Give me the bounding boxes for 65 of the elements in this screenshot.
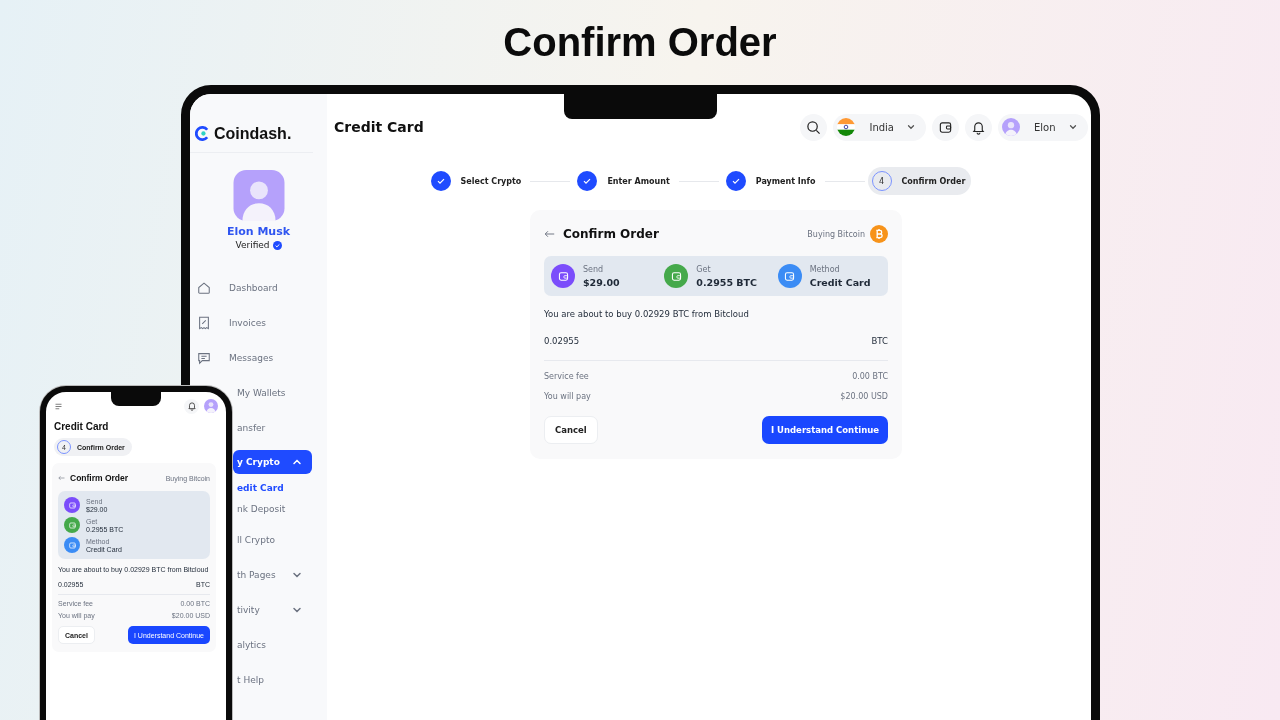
chat-icon — [197, 350, 211, 365]
avatar — [204, 399, 218, 413]
summary-value: 0.2955 BTC — [696, 276, 757, 288]
back-arrow-icon[interactable] — [544, 230, 555, 238]
nav-item[interactable]: Messages — [195, 340, 312, 375]
nav-item[interactable]: t Help — [233, 662, 312, 697]
continue-button[interactable]: I Understand Continue — [761, 416, 888, 444]
submenu-item[interactable]: edit Card — [233, 480, 312, 501]
amount-value: 0.02955 — [544, 336, 580, 346]
avatar — [1002, 118, 1020, 136]
bell-icon[interactable] — [971, 119, 986, 135]
receipt-icon — [197, 315, 211, 330]
home-icon — [197, 280, 211, 295]
menu-icon[interactable] — [54, 401, 63, 411]
search-button[interactable] — [800, 113, 828, 141]
page-title: Credit Card — [54, 421, 110, 432]
nav-item[interactable]: alytics — [233, 627, 312, 662]
brand-name: Coindash. — [214, 124, 292, 143]
step[interactable]: 4 Confirm Order — [867, 167, 972, 195]
submenu-item[interactable]: nk Deposit — [233, 501, 312, 522]
wallet-icon — [783, 269, 797, 283]
nav-item[interactable]: ansfer — [233, 410, 312, 445]
wallet-icon — [556, 269, 570, 283]
card-title: Confirm Order — [70, 473, 129, 483]
search-icon — [806, 119, 822, 135]
step[interactable]: Payment Info — [721, 167, 822, 195]
cancel-button[interactable]: Cancel — [544, 416, 598, 444]
nav-item[interactable]: Invoices — [195, 305, 312, 340]
notification-button[interactable] — [965, 113, 992, 141]
logo-icon — [195, 126, 210, 141]
page-headline: Confirm Order — [502, 19, 778, 66]
fee-label: Service fee — [544, 372, 589, 381]
fee-value: 0.00 BTC — [852, 372, 888, 381]
camera-notch — [111, 392, 161, 406]
page-title: Credit Card — [334, 119, 424, 135]
flag-icon — [837, 118, 856, 136]
order-message: You are about to buy 0.02929 BTC from Bitcloud — [544, 309, 750, 319]
nav-item[interactable]: tivity — [233, 592, 312, 627]
fee-value: $20.00 USD — [840, 392, 888, 401]
profile-name: Elon Musk — [226, 225, 291, 238]
nav-item[interactable]: y Crypto — [233, 450, 312, 474]
nav-item[interactable]: Dashboard — [195, 270, 312, 305]
card-title: Confirm Order — [563, 227, 659, 241]
country-selector[interactable]: India — [833, 113, 926, 141]
avatar — [232, 170, 285, 221]
amount-unit: BTC — [871, 336, 888, 346]
card-subtitle: Buying Bitcoin — [807, 229, 865, 239]
wallet-icon — [669, 269, 683, 283]
summary-value: $29.00 — [583, 276, 620, 288]
chevron-icon[interactable] — [906, 122, 916, 132]
user-menu[interactable]: Elon — [998, 113, 1088, 141]
summary-value: Credit Card — [809, 276, 871, 288]
summary-label: Method — [809, 264, 841, 274]
nav-item[interactable]: My Wallets — [233, 375, 312, 410]
verified-label: Verified — [235, 240, 270, 250]
summary-label: Send — [583, 264, 605, 274]
nav-item[interactable]: th Pages — [233, 557, 312, 592]
step[interactable]: Enter Amount — [573, 167, 676, 195]
step[interactable]: Select Crypto — [426, 167, 528, 195]
fee-label: You will pay — [544, 392, 591, 401]
summary-label: Get — [696, 264, 712, 274]
wallet-button[interactable] — [932, 113, 959, 141]
chevron-icon[interactable] — [1067, 122, 1078, 132]
nav-item[interactable]: ll Crypto — [233, 522, 312, 557]
wallet-icon — [938, 119, 953, 135]
